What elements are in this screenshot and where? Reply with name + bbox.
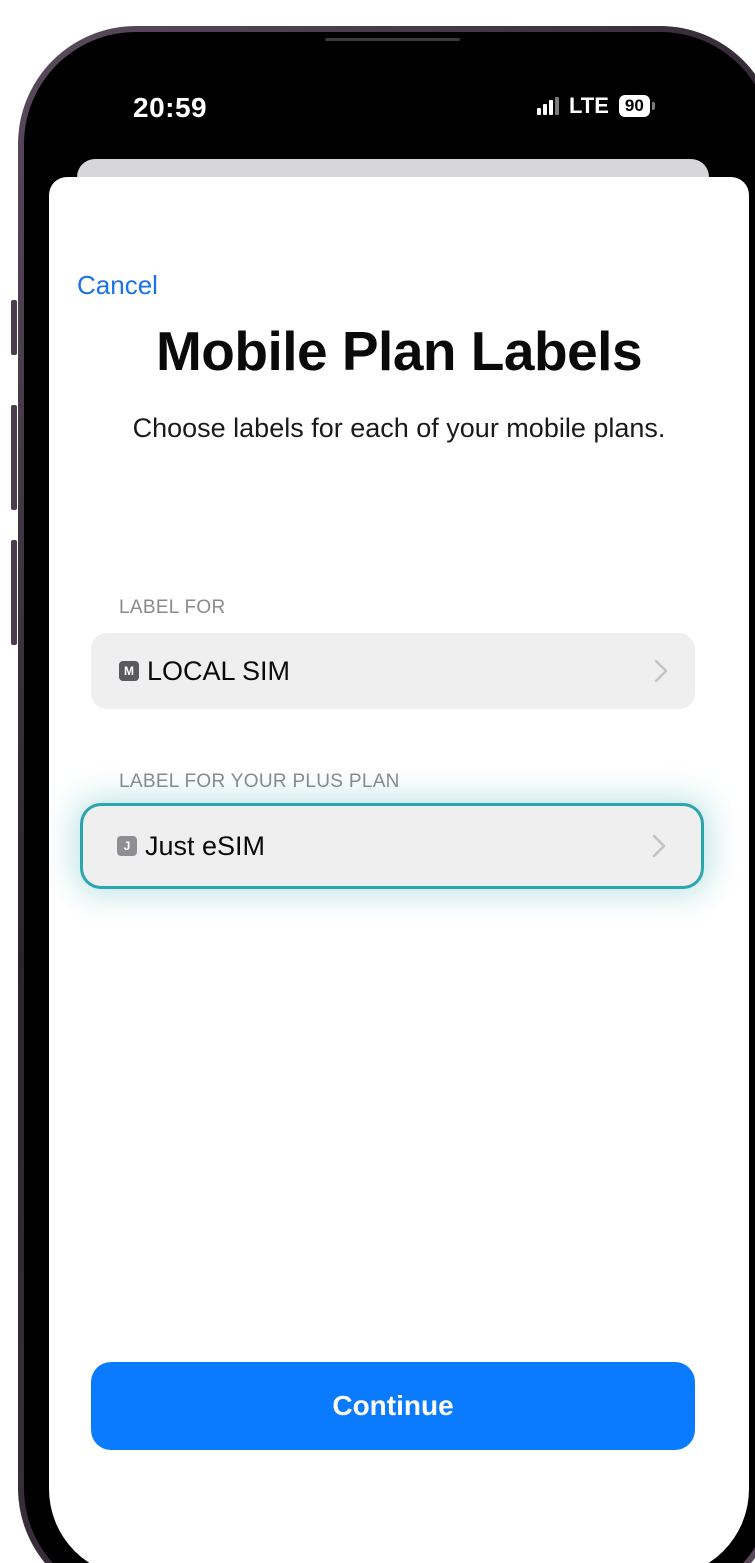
battery-level: 90 xyxy=(618,95,650,117)
plan-badge-j: J xyxy=(117,836,137,856)
plan-row-local-sim[interactable]: M LOCAL SIM xyxy=(91,633,695,709)
battery-icon: 90 xyxy=(618,95,655,117)
plan-row-just-esim[interactable]: J Just eSIM xyxy=(83,806,701,886)
plan-label-value: LOCAL SIM xyxy=(147,655,291,686)
page-subtitle: Choose labels for each of your mobile pl… xyxy=(132,413,666,443)
cancel-button[interactable]: Cancel xyxy=(77,270,158,301)
section-header-plus-plan: LABEL FOR YOUR PLUS PLAN xyxy=(119,771,400,792)
continue-button[interactable]: Continue xyxy=(91,1362,695,1450)
volume-up-button xyxy=(11,405,17,510)
phone-screenshot: 20:59 LTE 90 Cancel Mobile Plan Labels C… xyxy=(0,0,755,1563)
status-time: 20:59 xyxy=(133,92,208,123)
screen: 20:59 LTE 90 Cancel Mobile Plan Labels C… xyxy=(49,57,749,1563)
section-header-label-for: LABEL FOR xyxy=(119,597,226,618)
plan-badge-m: M xyxy=(119,661,139,681)
plan-label-value: Just eSIM xyxy=(145,830,266,861)
status-indicators: LTE 90 xyxy=(537,93,655,119)
speaker-grille xyxy=(325,38,460,41)
mobile-plan-labels-sheet: Cancel Mobile Plan Labels Choose labels … xyxy=(49,177,749,1563)
action-button xyxy=(11,300,17,355)
chevron-right-icon xyxy=(652,834,666,858)
network-type: LTE xyxy=(569,93,609,118)
signal-icon xyxy=(537,97,559,115)
volume-down-button xyxy=(11,540,17,645)
page-title: Mobile Plan Labels xyxy=(155,320,643,382)
chevron-right-icon xyxy=(654,659,668,683)
